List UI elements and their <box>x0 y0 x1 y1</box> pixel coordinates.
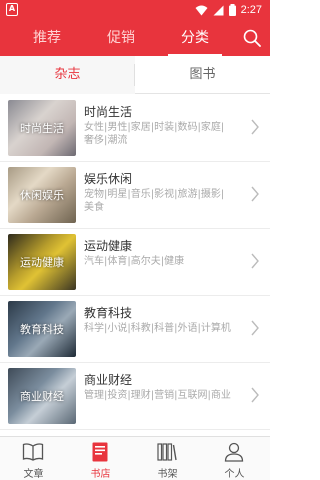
signal-icon <box>213 5 224 15</box>
status-icons: 2:27 <box>195 2 262 18</box>
list-item[interactable]: 休闲娱乐 娱乐休闲 宠物|明星|音乐|影视|旅游|摄影|美食 <box>0 162 270 229</box>
category-tags: 宠物|明星|音乐|影视|旅游|摄影|美食 <box>84 189 225 213</box>
battery-icon <box>228 4 236 16</box>
category-thumbnail: 商业财经 <box>8 368 76 424</box>
category-tags: 女性|男性|家居|时装|数码|家庭|奢侈|潮流 <box>84 122 225 146</box>
category-thumbnail: 教育科技 <box>8 301 76 357</box>
list-item[interactable]: 时尚生活 时尚生活 女性|男性|家居|时装|数码|家庭|奢侈|潮流 <box>0 95 270 162</box>
chevron-right-icon <box>251 387 259 403</box>
category-title: 娱乐休闲 <box>84 172 133 186</box>
nav-label: 文章 <box>23 469 44 480</box>
category-thumbnail: 运动健康 <box>8 234 76 290</box>
list-item[interactable]: 教育科技 教育科技 科学|小说|科教|科普|外语|计算机 <box>0 296 270 363</box>
category-tags: 管理|投资|理财|营销|互联网|商业 <box>84 390 231 401</box>
nav-label: 书架 <box>157 469 178 480</box>
thumbnail-label: 时尚生活 <box>20 122 64 135</box>
chevron-right-icon <box>251 320 259 336</box>
bookstore-icon <box>92 442 108 462</box>
category-title: 商业财经 <box>84 373 133 387</box>
chevron-right-icon <box>251 186 259 202</box>
tab-category[interactable]: 分类 <box>160 20 230 56</box>
category-title: 时尚生活 <box>84 105 133 119</box>
segment-books[interactable]: 图书 <box>135 56 270 94</box>
nav-label: 个人 <box>224 469 245 480</box>
thumbnail-label: 商业财经 <box>20 390 64 403</box>
category-tags: 汽车|体育|高尔夫|健康 <box>84 256 185 267</box>
tab-recommend[interactable]: 推荐 <box>12 20 82 56</box>
nav-articles[interactable]: 文章 <box>0 437 67 480</box>
category-list: 时尚生活 时尚生活 女性|男性|家居|时装|数码|家庭|奢侈|潮流 休闲娱乐 娱… <box>0 95 270 435</box>
thumbnail-label: 运动健康 <box>20 256 64 269</box>
thumbnail-label: 教育科技 <box>20 323 64 336</box>
nav-bookshelf[interactable]: 书架 <box>134 437 201 480</box>
notification-icon: A <box>6 3 18 16</box>
bookshelf-icon <box>157 443 177 461</box>
person-icon <box>224 442 244 462</box>
top-tab-bar: 推荐 促销 分类 <box>0 20 270 56</box>
nav-bookstore[interactable]: 书店 <box>67 437 134 480</box>
status-time: 2:27 <box>240 4 262 16</box>
nav-profile[interactable]: 个人 <box>201 437 268 480</box>
segment-magazine[interactable]: 杂志 <box>0 56 135 94</box>
list-item[interactable]: 运动健康 运动健康 汽车|体育|高尔夫|健康 <box>0 229 270 296</box>
category-title: 教育科技 <box>84 306 133 320</box>
list-item[interactable]: 商业财经 商业财经 管理|投资|理财|营销|互联网|商业 <box>0 363 270 430</box>
bottom-nav: 文章 书店 书架 个人 <box>0 436 270 480</box>
status-bar: A 2:27 <box>0 0 270 20</box>
chevron-right-icon <box>251 119 259 135</box>
wifi-icon <box>195 5 208 15</box>
category-thumbnail: 时尚生活 <box>8 100 76 156</box>
book-open-icon <box>22 443 44 461</box>
tab-promotion[interactable]: 促销 <box>86 20 156 56</box>
thumbnail-label: 休闲娱乐 <box>20 189 64 202</box>
category-title: 运动健康 <box>84 239 133 253</box>
category-thumbnail: 休闲娱乐 <box>8 167 76 223</box>
category-tags: 科学|小说|科教|科普|外语|计算机 <box>84 323 231 334</box>
search-icon[interactable] <box>242 28 262 48</box>
segment-bar: 杂志 图书 <box>0 56 270 94</box>
nav-label: 书店 <box>90 469 111 480</box>
chevron-right-icon <box>251 253 259 269</box>
